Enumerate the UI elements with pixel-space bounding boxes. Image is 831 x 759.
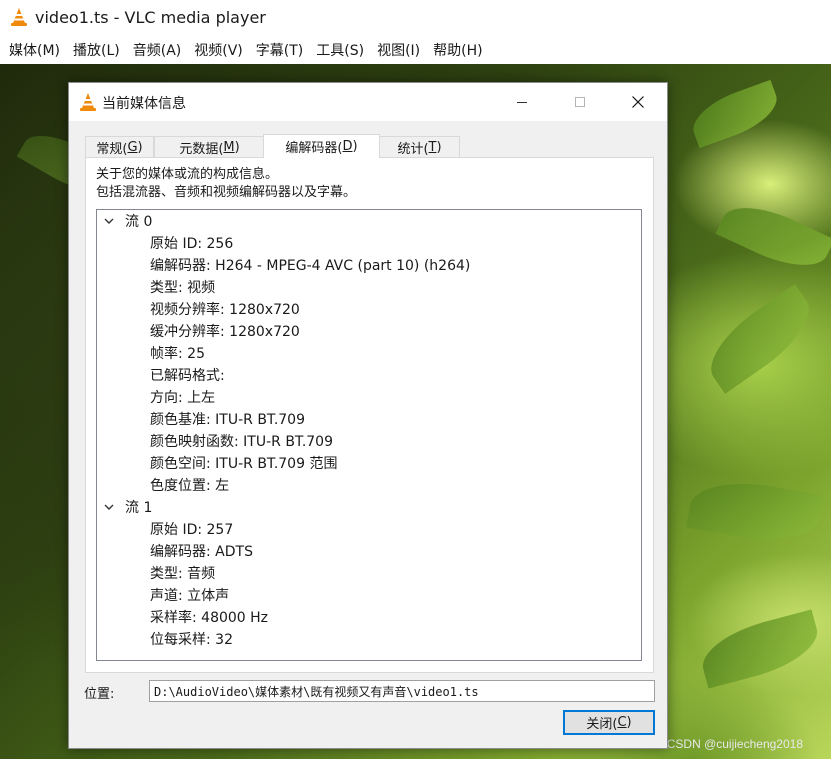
location-label: 位置:: [84, 687, 115, 702]
close-button[interactable]: 关闭(C): [563, 710, 655, 735]
tab-statistics[interactable]: 统计(T): [379, 136, 460, 158]
leaf-decoration: [685, 79, 785, 149]
codec-description: 关于您的媒体或流的构成信息。 包括混流器、音频和视频编解码器以及字幕。: [96, 166, 356, 202]
leaf-decoration: [686, 473, 824, 550]
maximize-button[interactable]: [557, 83, 603, 121]
vlc-cone-icon: [80, 93, 96, 111]
dialog-title: 当前媒体信息: [102, 96, 186, 112]
chevron-down-icon[interactable]: [103, 215, 115, 227]
chevron-down-icon[interactable]: [103, 501, 115, 513]
close-icon: [632, 96, 644, 108]
vlc-titlebar: video1.ts - VLC media player: [0, 0, 831, 36]
tree-item[interactable]: 编解码器: H264 - MPEG-4 AVC (part 10) (h264): [150, 254, 470, 276]
tree-item[interactable]: 帧率: 25: [150, 342, 205, 364]
location-field[interactable]: D:\AudioVideo\媒体素材\既有视频又有声音\video1.ts: [149, 680, 655, 702]
tree-item[interactable]: 原始 ID: 257: [150, 518, 233, 540]
tab-codec[interactable]: 编解码器(D): [263, 134, 380, 158]
tree-item[interactable]: 视频分辨率: 1280x720: [150, 298, 300, 320]
tree-item[interactable]: 颜色空间: ITU-R BT.709 范围: [150, 452, 337, 474]
tab-general[interactable]: 常规(G): [85, 136, 154, 158]
tree-item[interactable]: 声道: 立体声: [150, 584, 229, 606]
dialog-titlebar: 当前媒体信息: [69, 83, 667, 121]
minimize-icon: [517, 101, 527, 103]
menu-subtitle[interactable]: 字幕(T): [250, 40, 309, 60]
tree-item[interactable]: 编解码器: ADTS: [150, 540, 253, 562]
menu-bar: 媒体(M) 播放(L) 音频(A) 视频(V) 字幕(T) 工具(S) 视图(I…: [0, 36, 831, 64]
tree-item[interactable]: 颜色基准: ITU-R BT.709: [150, 408, 305, 430]
tree-item[interactable]: 方向: 上左: [150, 386, 215, 408]
window-title: video1.ts - VLC media player: [35, 8, 266, 27]
tree-item[interactable]: 类型: 音频: [150, 562, 215, 584]
tree-item[interactable]: 缓冲分辨率: 1280x720: [150, 320, 300, 342]
description-line-1: 关于您的媒体或流的构成信息。: [96, 167, 279, 182]
tree-item[interactable]: 色度位置: 左: [150, 474, 229, 496]
vlc-cone-icon: [11, 8, 27, 26]
menu-video[interactable]: 视频(V): [188, 40, 249, 60]
tree-item[interactable]: 原始 ID: 256: [150, 232, 233, 254]
minimize-button[interactable]: [499, 83, 545, 121]
watermark: CSDN @cuijiecheng2018: [666, 737, 803, 751]
menu-audio[interactable]: 音频(A): [127, 40, 188, 60]
stream-tree[interactable]: 流 0 原始 ID: 256 编解码器: H264 - MPEG-4 AVC (…: [96, 209, 642, 661]
tab-metadata[interactable]: 元数据(M): [154, 136, 265, 158]
media-info-dialog: 当前媒体信息 常规(G) 元数据(M) 编解码器(D) 统计(T) 关于…: [68, 82, 668, 749]
stream-node-1[interactable]: 流 1: [97, 496, 152, 518]
close-window-button[interactable]: [615, 83, 661, 121]
tree-item[interactable]: 已解码格式:: [150, 364, 225, 386]
menu-help[interactable]: 帮助(H): [427, 40, 488, 60]
menu-view[interactable]: 视图(I): [371, 40, 426, 60]
leaf-decoration: [715, 192, 831, 281]
menu-playback[interactable]: 播放(L): [67, 40, 126, 60]
tree-item[interactable]: 位每采样: 32: [150, 628, 233, 650]
maximize-icon: [575, 97, 585, 107]
stream-node-0[interactable]: 流 0: [97, 210, 152, 232]
leaf-decoration: [696, 284, 824, 394]
tree-item[interactable]: 类型: 视频: [150, 276, 215, 298]
menu-media[interactable]: 媒体(M): [3, 40, 66, 60]
menu-tools[interactable]: 工具(S): [310, 40, 370, 60]
leaf-decoration: [695, 609, 825, 689]
tree-item[interactable]: 颜色映射函数: ITU-R BT.709: [150, 430, 333, 452]
tree-item[interactable]: 采样率: 48000 Hz: [150, 606, 268, 628]
description-line-2: 包括混流器、音频和视频编解码器以及字幕。: [96, 185, 357, 200]
codec-panel: 关于您的媒体或流的构成信息。 包括混流器、音频和视频编解码器以及字幕。 流 0 …: [85, 157, 654, 673]
